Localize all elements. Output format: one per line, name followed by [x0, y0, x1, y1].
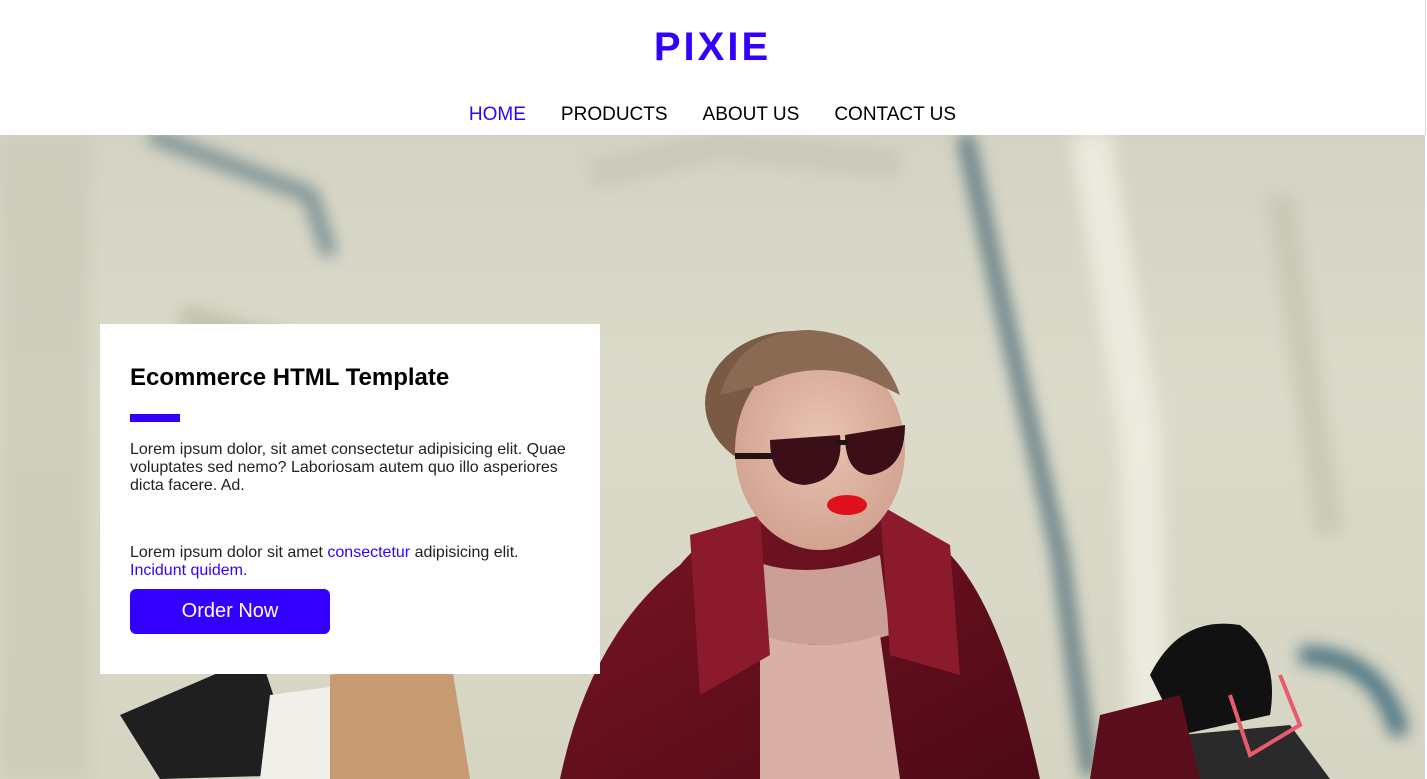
hero-card: Ecommerce HTML Template Lorem ipsum dolo… [100, 324, 600, 674]
nav-item-home[interactable]: HOME [469, 103, 526, 127]
nav-item-products[interactable]: PRODUCTS [561, 103, 668, 127]
hero-description: Lorem ipsum dolor, sit amet consectetur … [130, 441, 566, 494]
site-header: PIXIE HOME PRODUCTS ABOUT US CONTACT US [0, 0, 1426, 135]
nav-item-about-us[interactable]: ABOUT US [703, 103, 800, 127]
subtext-link-consectetur[interactable]: consectetur [327, 544, 410, 561]
brand-logo[interactable]: PIXIE [0, 24, 1425, 70]
subtext-mid: adipisicing elit. [410, 544, 519, 561]
main-nav: HOME PRODUCTS ABOUT US CONTACT US [0, 103, 1425, 127]
nav-item-contact-us[interactable]: CONTACT US [834, 103, 956, 127]
hero-title: Ecommerce HTML Template [130, 364, 450, 391]
title-underline [130, 414, 180, 422]
hero-subtext: Lorem ipsum dolor sit amet consectetur a… [130, 544, 580, 580]
order-now-button[interactable]: Order Now [130, 589, 330, 634]
subtext-link-incidunt[interactable]: Incidunt quidem. [130, 562, 247, 579]
subtext-start: Lorem ipsum dolor sit amet [130, 544, 328, 561]
